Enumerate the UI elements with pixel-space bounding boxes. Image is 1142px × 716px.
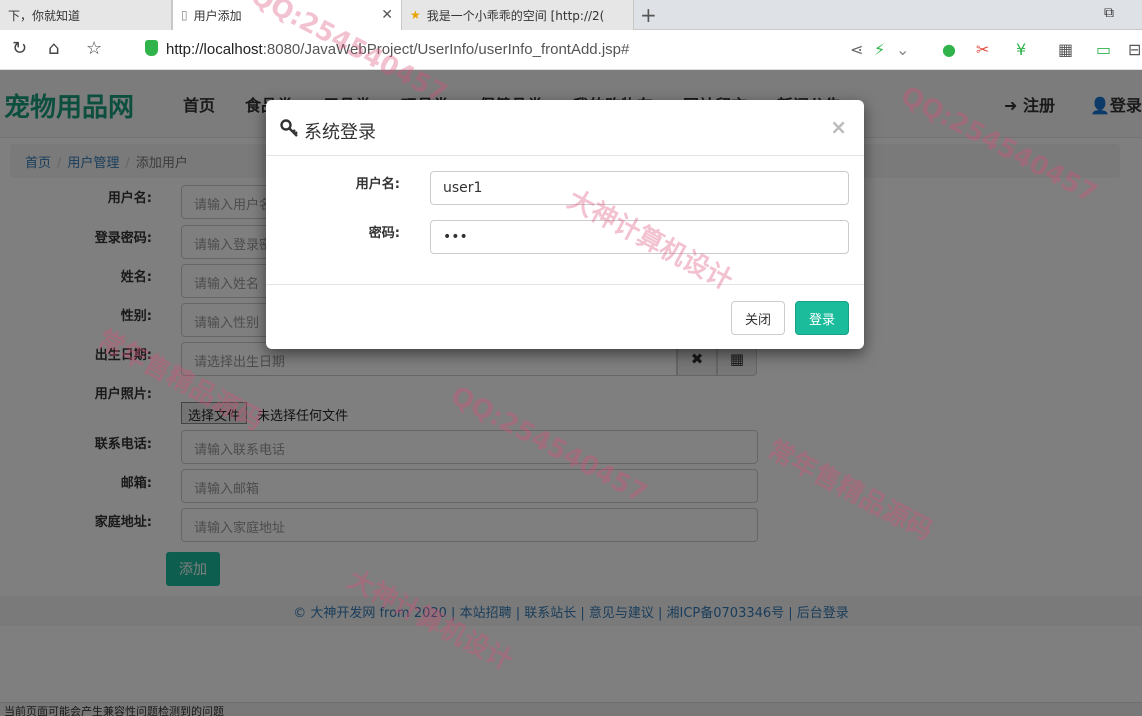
apps-grid-icon[interactable]: ▦	[1058, 40, 1073, 59]
close-icon[interactable]: ✕	[381, 7, 393, 23]
star-icon: ★	[410, 8, 421, 22]
share-icon[interactable]: ⋖	[850, 40, 863, 59]
url-path: :8080/JavaWebProject/UserInfo/userInfo_f…	[262, 41, 630, 58]
close-icon[interactable]: ×	[830, 115, 847, 139]
home-icon[interactable]: ⌂	[48, 38, 59, 59]
login-modal: 系统登录 × 用户名: user1 密码: ••• 关闭 登录	[266, 100, 864, 349]
scissors-icon[interactable]: ✂	[976, 40, 989, 59]
url-host: http://localhost	[166, 41, 263, 58]
modal-title: 系统登录	[304, 122, 376, 143]
menu-icon[interactable]: ⊟	[1128, 40, 1141, 59]
browser-tab-3[interactable]: ★ 我是一个小乖乖的空间 [http://2(	[402, 0, 634, 30]
browser-toolbar: ↻ ⌂ ☆ http://localhost:8080/JavaWebProje…	[0, 30, 1142, 70]
tab-label: 用户添加	[193, 8, 242, 23]
modal-password-label: 密码:	[368, 226, 400, 241]
shield-icon	[145, 40, 158, 56]
browser-tab-2[interactable]: ▯ 用户添加 ✕	[172, 0, 402, 30]
extension-green-icon[interactable]: ●	[942, 40, 956, 59]
tab-label: 下，你就知道	[8, 8, 81, 23]
battery-icon: ▭	[1096, 40, 1112, 59]
key-icon	[280, 119, 298, 137]
modal-footer: 关闭 登录	[266, 284, 864, 349]
window-restore-icon[interactable]: ⧉	[1104, 5, 1114, 21]
modal-password-input[interactable]: •••	[430, 220, 849, 254]
modal-header: 系统登录 ×	[266, 100, 864, 156]
new-tab-icon[interactable]: +	[640, 3, 657, 27]
modal-login-button[interactable]: 登录	[795, 301, 849, 335]
browser-tabbar: 下，你就知道 ▯ 用户添加 ✕ ★ 我是一个小乖乖的空间 [http://2( …	[0, 0, 1142, 30]
tab-label: 我是一个小乖乖的空间 [http://2(	[426, 8, 605, 23]
bolt-icon[interactable]: ⚡	[874, 40, 885, 59]
address-bar[interactable]: http://localhost:8080/JavaWebProject/Use…	[166, 41, 629, 58]
modal-username-label: 用户名:	[355, 177, 400, 192]
modal-username-input[interactable]: user1	[430, 171, 849, 205]
browser-tab-1[interactable]: 下，你就知道	[0, 0, 172, 30]
chevron-down-icon[interactable]: ⌄	[896, 40, 909, 59]
modal-close-button[interactable]: 关闭	[731, 301, 785, 335]
bookmark-star-icon[interactable]: ☆	[86, 38, 102, 59]
refresh-icon[interactable]: ↻	[12, 38, 27, 59]
page-icon: ▯	[181, 8, 188, 22]
yen-shield-icon[interactable]: ¥	[1016, 40, 1026, 59]
